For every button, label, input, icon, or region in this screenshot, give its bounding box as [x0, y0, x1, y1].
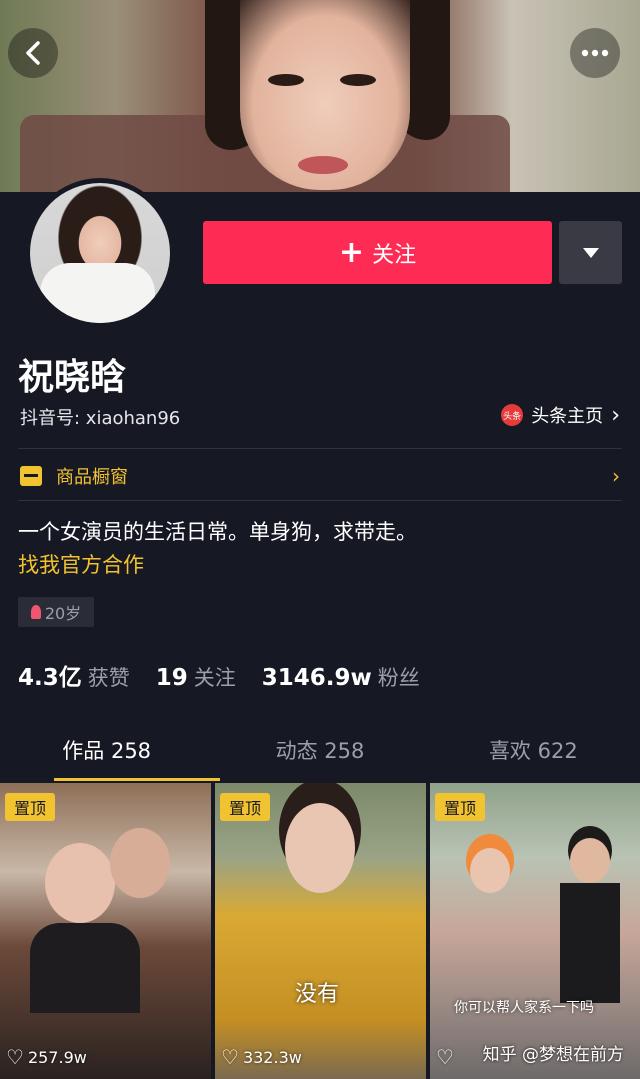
- shop-window-label: 商品橱窗: [56, 467, 128, 488]
- follow-label: 关注: [372, 242, 417, 268]
- thumb-figure: [45, 843, 115, 923]
- video-caption: 没有: [295, 982, 340, 1007]
- video-thumbnail[interactable]: 置顶 你可以帮人家系一下吗 ♡: [430, 783, 640, 1079]
- pinned-badge: 置顶: [435, 793, 486, 821]
- video-likes: ♡ 257.9w: [6, 1047, 87, 1067]
- profile-stats: 4.3亿 获赞 19 关注 3146.9w 粉丝: [18, 658, 446, 692]
- profile-name: 祝晓晗: [18, 357, 127, 398]
- toutiao-homepage-link[interactable]: 头条 头条主页 ›: [501, 402, 620, 428]
- chevron-right-icon: ›: [612, 464, 620, 488]
- video-likes: ♡: [436, 1047, 458, 1067]
- pinned-badge: 置顶: [220, 793, 271, 821]
- dropdown-triangle-icon: [582, 247, 599, 258]
- thumb-figure: [470, 848, 510, 893]
- thumb-figure: [570, 838, 610, 883]
- follow-button[interactable]: + 关注: [203, 221, 552, 284]
- cover-eye-right: [340, 74, 376, 86]
- avatar-frame: [25, 178, 175, 328]
- divider: [18, 448, 622, 449]
- following-count[interactable]: 19: [156, 665, 188, 691]
- shop-icon: [20, 466, 42, 486]
- cover-lips: [298, 156, 348, 174]
- age-label: 20岁: [44, 604, 82, 623]
- likes-count: 4.3亿: [18, 665, 82, 691]
- video-grid: 置顶 ♡ 257.9w 置顶 没有 ♡ 332.3w 置顶 你可以帮人家系一下吗…: [0, 783, 640, 1079]
- follow-dropdown-button[interactable]: [559, 221, 622, 284]
- cover-photo: [0, 0, 640, 192]
- active-tab-indicator: [54, 778, 220, 781]
- plus-icon: +: [338, 234, 365, 270]
- more-dots-icon: [581, 49, 609, 57]
- more-options-button[interactable]: [570, 28, 620, 78]
- following-label[interactable]: 关注: [194, 662, 236, 692]
- cover-eye-left: [268, 74, 304, 86]
- video-likes-count: 257.9w: [27, 1047, 87, 1067]
- age-badge: 20岁: [18, 597, 94, 627]
- heart-icon: ♡: [221, 1045, 239, 1069]
- back-button[interactable]: [8, 28, 58, 78]
- pinned-badge: 置顶: [5, 793, 56, 821]
- thumb-figure-body: [30, 923, 140, 1013]
- douyin-id: 抖音号: xiaohan96: [20, 408, 181, 429]
- tab-likes[interactable]: 喜欢 622: [427, 728, 640, 778]
- official-cooperation-link[interactable]: 找我官方合作: [18, 549, 144, 579]
- heart-icon: ♡: [6, 1045, 24, 1069]
- content-tabs: 作品 258 动态 258 喜欢 622: [0, 728, 640, 778]
- shop-window-row[interactable]: 商品橱窗 ›: [20, 460, 620, 492]
- video-likes-count: 332.3w: [242, 1047, 302, 1067]
- followers-count[interactable]: 3146.9w: [262, 665, 372, 691]
- avatar-pillow: [40, 263, 155, 323]
- watermark: 知乎 @梦想在前方: [482, 1045, 624, 1065]
- chevron-right-icon: ›: [611, 402, 620, 428]
- thumb-figure: [285, 803, 355, 893]
- toutiao-icon: 头条: [501, 404, 524, 426]
- tab-works[interactable]: 作品 258: [0, 728, 213, 778]
- likes-label: 获赞: [87, 666, 130, 690]
- tab-activity[interactable]: 动态 258: [213, 728, 426, 778]
- divider: [18, 500, 622, 501]
- heart-icon: ♡: [436, 1045, 454, 1069]
- thumb-figure: [110, 828, 170, 898]
- thumb-figure-body: [560, 883, 620, 1003]
- bio-text: 一个女演员的生活日常。单身狗，求带走。: [18, 520, 417, 544]
- video-likes: ♡ 332.3w: [221, 1047, 302, 1067]
- video-caption: 你可以帮人家系一下吗: [454, 1000, 594, 1016]
- followers-label[interactable]: 粉丝: [378, 662, 420, 692]
- video-thumbnail[interactable]: 置顶 ♡ 257.9w: [0, 783, 211, 1079]
- back-arrow-icon: [26, 41, 40, 65]
- video-thumbnail[interactable]: 置顶 没有 ♡ 332.3w: [215, 783, 426, 1079]
- female-icon: [30, 605, 41, 619]
- toutiao-label: 头条主页: [531, 406, 604, 427]
- avatar[interactable]: [30, 183, 170, 323]
